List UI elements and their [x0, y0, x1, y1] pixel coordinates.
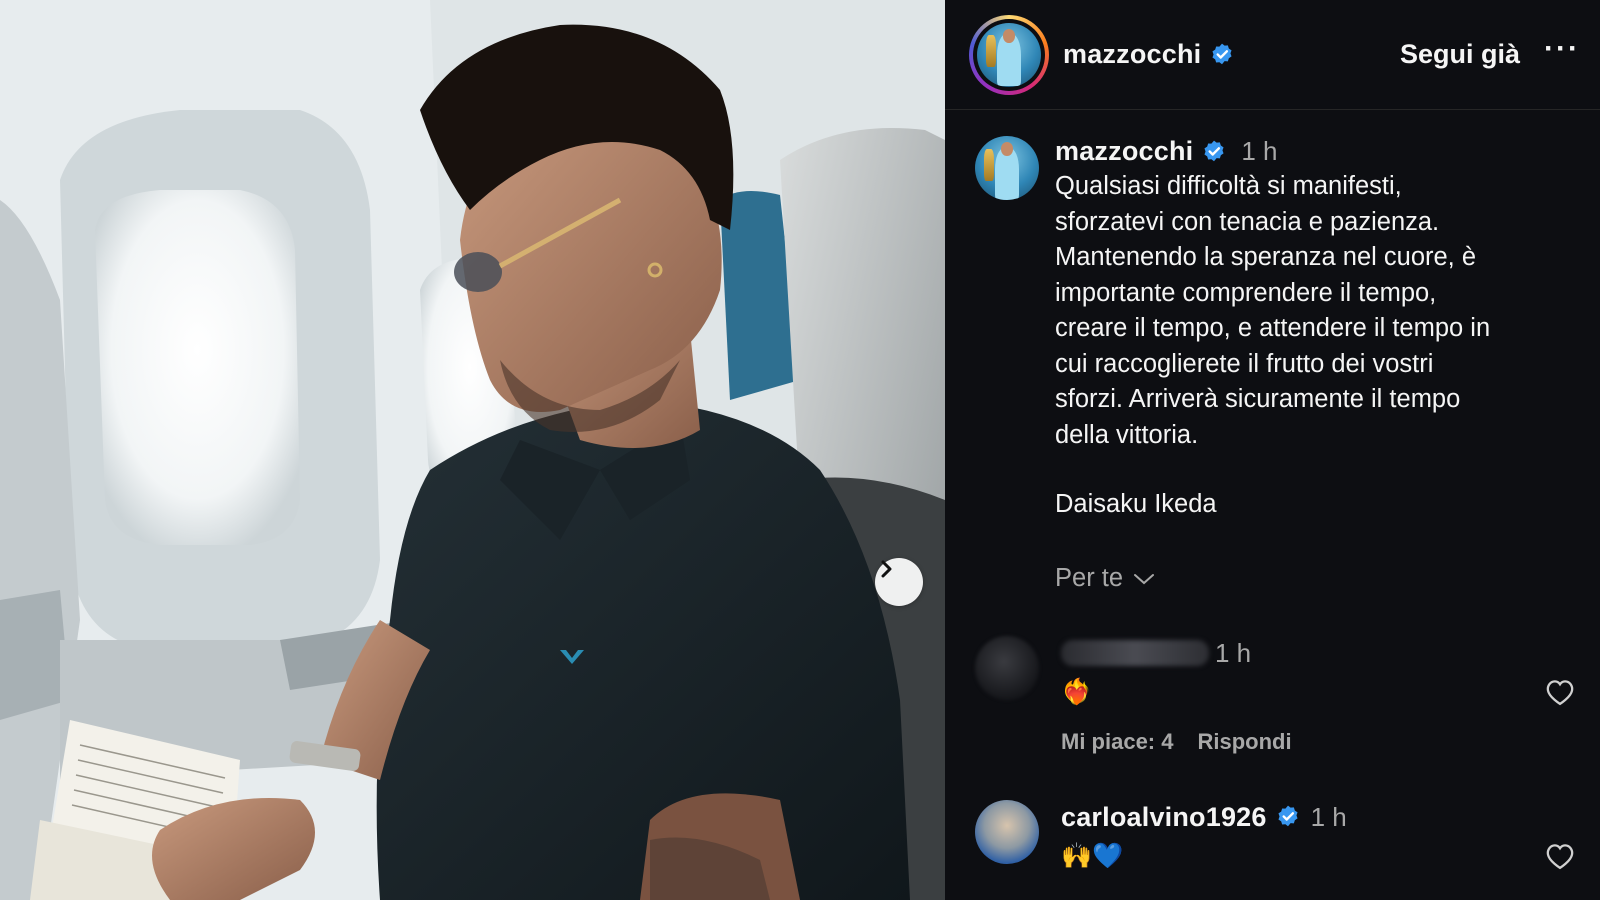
next-photo-button[interactable] [875, 558, 923, 606]
comment-time: 1 h [1215, 637, 1252, 668]
comment-body: carloalvino1926 1 h 🙌💙 [1061, 800, 1575, 871]
caption-meta: mazzocchi 1 h [1055, 136, 1555, 167]
header-username[interactable]: mazzocchi [1063, 39, 1201, 70]
comment-text: ❤️‍🔥 [1061, 678, 1093, 706]
verified-badge-icon [1204, 140, 1224, 161]
comment-avatar[interactable] [975, 800, 1039, 864]
caption-time: 1 h [1241, 136, 1278, 166]
more-dots-icon[interactable]: ··· [1544, 32, 1580, 66]
avatar [975, 136, 1039, 200]
caption-text: Qualsiasi difficoltà si manifesti, sforz… [1055, 172, 1491, 449]
post-side-panel: mazzocchi Segui già ··· mazzocchi 1 h Qu… [945, 0, 1600, 900]
comment-item: carloalvino1926 1 h 🙌💙 [975, 800, 1575, 871]
comment-username[interactable]: carloalvino1926 [1061, 802, 1267, 833]
comment-body: 1 h ❤️‍🔥 Mi piace: 4 Rispondi [1061, 636, 1575, 755]
instagram-post-view: mazzocchi Segui già ··· mazzocchi 1 h Qu… [0, 0, 1600, 900]
comment-item: 1 h ❤️‍🔥 Mi piace: 4 Rispondi [975, 636, 1575, 755]
comment-meta: 1 h [1061, 636, 1575, 670]
story-ring[interactable] [969, 14, 1049, 95]
avatar [977, 22, 1041, 87]
verified-badge-icon [1278, 805, 1298, 827]
for-you-label: Per te [1055, 564, 1124, 592]
chevron-down-icon [1134, 573, 1155, 584]
post-caption: mazzocchi 1 h Qualsiasi difficoltà si ma… [945, 110, 1600, 593]
heart-outline-icon[interactable] [1545, 678, 1575, 706]
chevron-right-icon [881, 560, 892, 578]
blurred-username[interactable] [1061, 640, 1209, 666]
caption-body: mazzocchi 1 h Qualsiasi difficoltà si ma… [1055, 136, 1555, 593]
header-username-block: mazzocchi [1063, 39, 1400, 70]
following-button[interactable]: Segui già [1400, 39, 1520, 70]
post-photo[interactable] [0, 0, 945, 900]
reply-button[interactable]: Rispondi [1197, 729, 1291, 755]
comment-actions: Mi piace: 4 Rispondi [1061, 729, 1575, 755]
for-you-sort-dropdown[interactable]: Per te [1055, 564, 1555, 593]
comment-avatar[interactable] [975, 636, 1039, 700]
caption-username[interactable]: mazzocchi [1055, 136, 1193, 167]
caption-avatar[interactable] [975, 136, 1039, 200]
comment-meta: carloalvino1926 1 h [1061, 800, 1575, 834]
caption-author: Daisaku Ikeda [1055, 490, 1217, 518]
comment-time: 1 h [1310, 801, 1347, 832]
heart-outline-icon[interactable] [1545, 842, 1575, 870]
verified-badge-icon [1212, 43, 1232, 64]
post-header: mazzocchi Segui già ··· [945, 0, 1600, 110]
comment-text: 🙌💙 [1061, 842, 1124, 870]
photo-illustration [0, 0, 945, 900]
comment-likes[interactable]: Mi piace: 4 [1061, 729, 1173, 755]
